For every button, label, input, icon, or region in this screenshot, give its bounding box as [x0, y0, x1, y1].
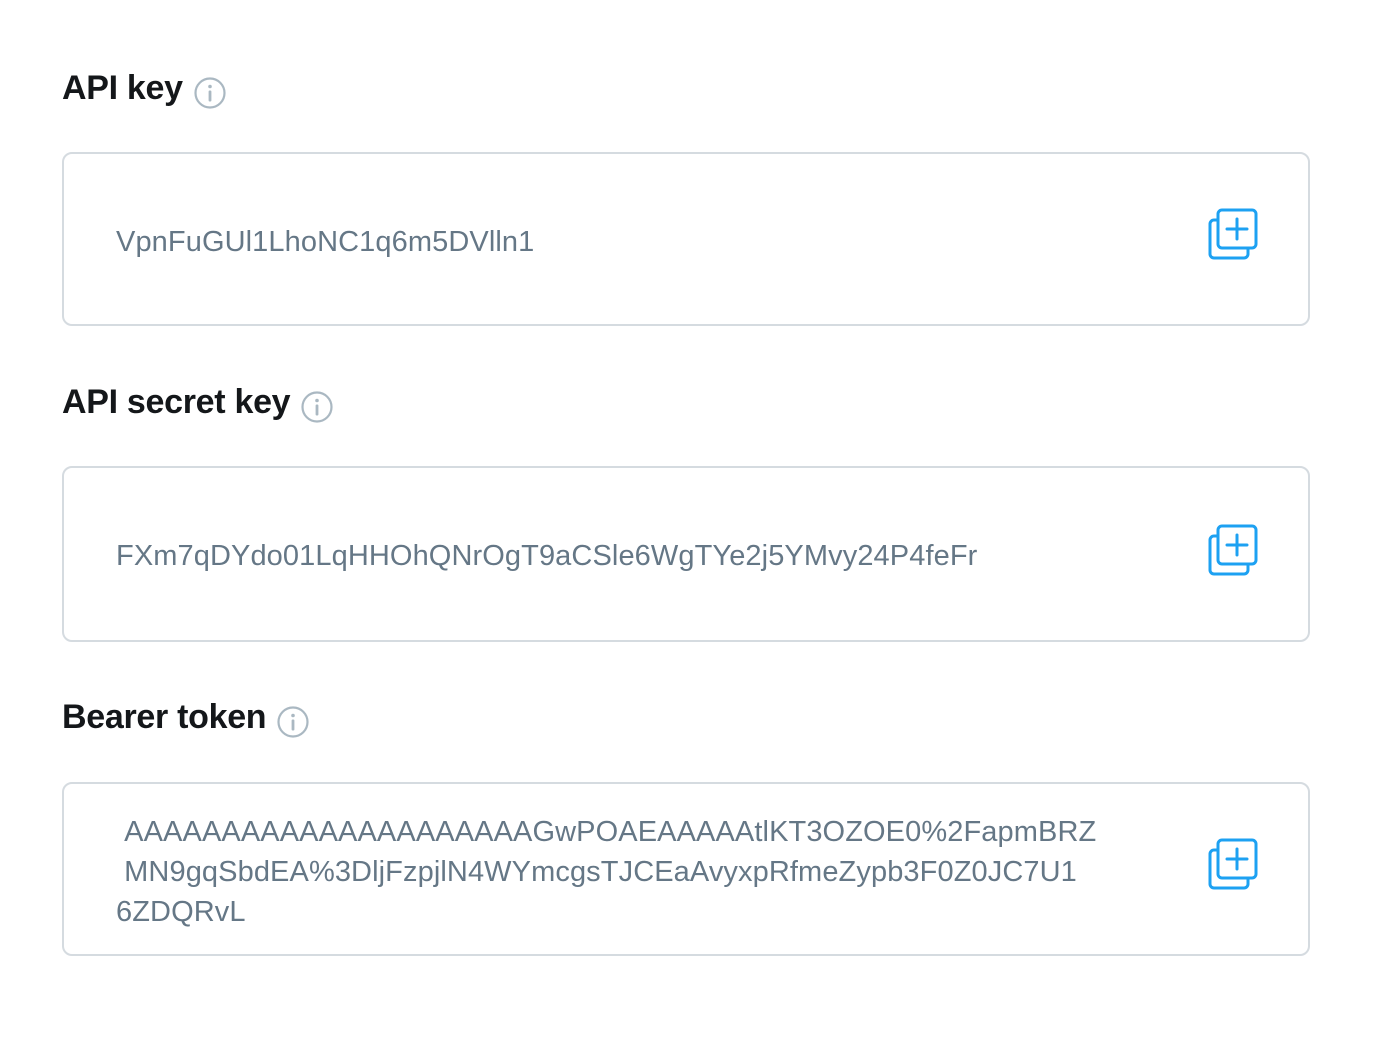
copy-icon[interactable]	[1206, 206, 1262, 262]
api-secret-key-value: FXm7qDYdo01LqHHOhQNrOgT9aCSle6WgTYe2j5YM…	[116, 540, 978, 572]
api-key-heading: API key	[62, 68, 227, 110]
api-secret-key-box: FXm7qDYdo01LqHHOhQNrOgT9aCSle6WgTYe2j5YM…	[62, 466, 1310, 642]
copy-icon[interactable]	[1206, 522, 1262, 578]
bearer-token-title: Bearer token	[62, 697, 267, 736]
info-icon[interactable]	[276, 705, 310, 739]
api-secret-key-heading: API secret key	[62, 382, 334, 424]
keys-and-tokens-page: API key VpnFuGUl1LhoNC1q6m5DVlln1 API se…	[0, 0, 1382, 1052]
info-icon[interactable]	[193, 76, 227, 110]
api-secret-key-title: API secret key	[62, 382, 291, 421]
bearer-token-heading: Bearer token	[62, 697, 310, 739]
api-key-box: VpnFuGUl1LhoNC1q6m5DVlln1	[62, 152, 1310, 326]
api-key-value: VpnFuGUl1LhoNC1q6m5DVlln1	[116, 226, 535, 258]
bearer-token-box: AAAAAAAAAAAAAAAAAAAAAGwPOAEAAAAAtlKT3OZO…	[62, 782, 1310, 956]
api-key-title: API key	[62, 68, 183, 107]
bearer-token-value: AAAAAAAAAAAAAAAAAAAAAGwPOAEAAAAAtlKT3OZO…	[116, 816, 1097, 928]
info-icon[interactable]	[300, 390, 334, 424]
copy-icon[interactable]	[1206, 836, 1262, 892]
